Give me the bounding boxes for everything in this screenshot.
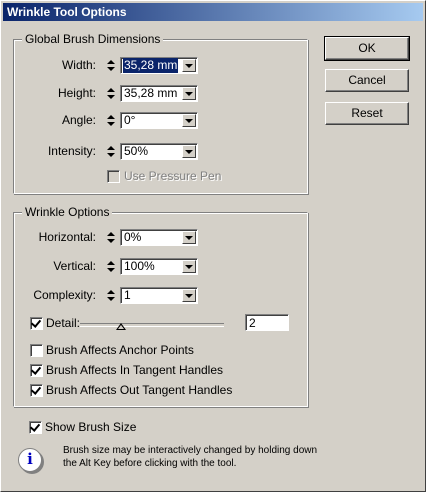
angle-spinner[interactable]	[106, 112, 120, 129]
height-combo[interactable]: 35,28 mm	[106, 85, 198, 102]
complexity-field[interactable]: 1	[120, 287, 198, 304]
intensity-spinner[interactable]	[106, 143, 120, 160]
vertical-field[interactable]: 100%	[120, 258, 198, 275]
title-bar[interactable]: Wrinkle Tool Options	[3, 3, 423, 21]
complexity-label: Complexity:	[33, 288, 96, 302]
out-tangent-checkbox[interactable]	[30, 384, 43, 397]
width-label: Width:	[61, 58, 96, 72]
intensity-combo[interactable]: 50%	[106, 143, 198, 160]
height-value: 35,28 mm	[124, 86, 178, 100]
height-field[interactable]: 35,28 mm	[120, 85, 198, 102]
vertical-dropdown-button[interactable]	[182, 260, 196, 273]
use-pressure-pen-checkbox[interactable]	[107, 170, 120, 183]
complexity-spinner[interactable]	[106, 287, 120, 304]
detail-checkbox[interactable]	[30, 317, 43, 330]
info-icon: i	[18, 448, 42, 472]
anchor-points-checkbox[interactable]	[30, 344, 43, 357]
complexity-value: 1	[124, 288, 131, 302]
reset-button[interactable]: Reset	[325, 102, 409, 125]
checkmark-icon	[30, 317, 42, 328]
height-dropdown-button[interactable]	[182, 87, 196, 100]
width-dropdown-button[interactable]	[182, 59, 196, 72]
intensity-label: Intensity:	[47, 144, 96, 158]
wrinkle-tool-options-dialog: Wrinkle Tool Options Global Brush Dimens…	[0, 0, 426, 492]
height-spinner[interactable]	[106, 85, 120, 102]
global-brush-dimensions-group: Global Brush Dimensions Width: 35,28 mm …	[13, 32, 308, 194]
width-field[interactable]: 35,28 mm	[120, 57, 198, 74]
vertical-label: Vertical:	[53, 259, 96, 273]
info-text-line-1: Brush size may be interactively changed …	[63, 445, 318, 456]
angle-label: Angle:	[61, 113, 96, 127]
horizontal-label: Horizontal:	[38, 230, 96, 244]
wrinkle-options-group: Wrinkle Options Horizontal: 0% Vertical:…	[13, 205, 308, 407]
horizontal-spinner[interactable]	[106, 229, 120, 246]
angle-dropdown-button[interactable]	[182, 114, 196, 127]
intensity-dropdown-button[interactable]	[182, 145, 196, 158]
info-text-line-2: the Alt Key before clicking with the too…	[63, 458, 237, 469]
detail-slider-thumb[interactable]	[116, 323, 126, 330]
horizontal-field[interactable]: 0%	[120, 229, 198, 246]
horizontal-dropdown-button[interactable]	[182, 231, 196, 244]
vertical-value: 100%	[124, 259, 155, 273]
checkmark-icon	[30, 364, 42, 375]
use-pressure-pen-label: Use Pressure Pen	[124, 169, 222, 183]
horizontal-value: 0%	[124, 230, 142, 244]
show-brush-size-checkbox[interactable]	[29, 421, 42, 434]
width-combo[interactable]: 35,28 mm	[106, 57, 198, 74]
anchor-points-label: Brush Affects Anchor Points	[46, 343, 194, 357]
height-label: Height:	[57, 86, 96, 100]
cancel-button[interactable]: Cancel	[325, 69, 409, 92]
vertical-combo[interactable]: 100%	[106, 258, 198, 275]
detail-slider-track[interactable]	[80, 323, 224, 327]
wrinkle-options-title: Wrinkle Options	[22, 205, 113, 219]
info-text: Brush size may be interactively changed …	[63, 444, 363, 470]
intensity-value: 50%	[124, 144, 149, 158]
out-tangent-label: Brush Affects Out Tangent Handles	[46, 383, 233, 397]
width-value: 35,28 mm	[123, 58, 179, 73]
global-brush-dimensions-title: Global Brush Dimensions	[22, 32, 164, 46]
width-spinner[interactable]	[106, 57, 120, 74]
show-brush-size-label: Show Brush Size	[45, 420, 137, 434]
angle-field[interactable]: 0°	[120, 112, 198, 129]
in-tangent-checkbox[interactable]	[30, 364, 43, 377]
angle-combo[interactable]: 0°	[106, 112, 198, 129]
horizontal-combo[interactable]: 0%	[106, 229, 198, 246]
complexity-combo[interactable]: 1	[106, 287, 198, 304]
complexity-dropdown-button[interactable]	[182, 289, 196, 302]
intensity-field[interactable]: 50%	[120, 143, 198, 160]
checkmark-icon	[29, 421, 41, 432]
detail-label: Detail:	[46, 316, 81, 330]
window-title: Wrinkle Tool Options	[7, 5, 127, 19]
ok-button[interactable]: OK	[324, 36, 410, 61]
checkmark-icon	[30, 384, 42, 395]
in-tangent-label: Brush Affects In Tangent Handles	[46, 363, 224, 377]
vertical-spinner[interactable]	[106, 258, 120, 275]
detail-value-field[interactable]: 2	[245, 314, 289, 331]
angle-value: 0°	[124, 113, 136, 127]
